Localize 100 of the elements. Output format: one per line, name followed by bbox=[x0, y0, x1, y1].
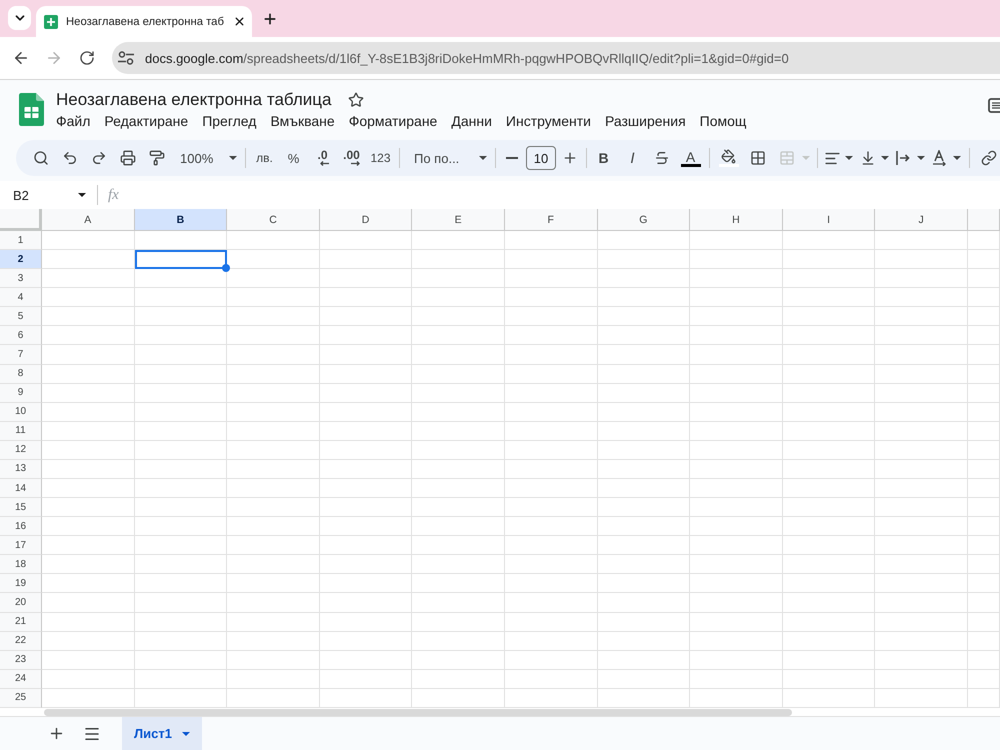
empty-cell[interactable] bbox=[504, 555, 598, 574]
empty-cell[interactable] bbox=[690, 612, 783, 632]
empty-cell[interactable] bbox=[782, 536, 876, 556]
empty-cell[interactable] bbox=[968, 536, 1000, 556]
tab-list-button[interactable] bbox=[8, 6, 31, 30]
empty-cell[interactable] bbox=[504, 612, 598, 632]
empty-cell[interactable] bbox=[134, 460, 228, 480]
empty-cell[interactable] bbox=[968, 250, 1000, 270]
empty-cell[interactable] bbox=[320, 288, 412, 308]
empty-cell[interactable] bbox=[412, 250, 505, 270]
empty-cell[interactable] bbox=[504, 250, 598, 270]
empty-cell[interactable] bbox=[598, 670, 690, 689]
italic-button[interactable]: I bbox=[618, 144, 647, 172]
empty-cell[interactable] bbox=[134, 326, 228, 346]
empty-cell[interactable] bbox=[782, 479, 876, 498]
menu-item[interactable]: Редактиране bbox=[104, 112, 188, 130]
empty-cell[interactable] bbox=[968, 307, 1000, 326]
empty-cell[interactable] bbox=[598, 422, 690, 441]
column-header[interactable]: F bbox=[504, 209, 598, 231]
empty-cell[interactable] bbox=[227, 460, 320, 480]
empty-cell[interactable] bbox=[875, 307, 968, 326]
empty-cell[interactable] bbox=[412, 460, 505, 480]
row-header[interactable]: 17 bbox=[0, 536, 42, 556]
empty-cell[interactable] bbox=[968, 632, 1000, 651]
empty-cell[interactable] bbox=[227, 536, 320, 556]
empty-cell[interactable] bbox=[227, 384, 320, 403]
empty-cell[interactable] bbox=[320, 632, 412, 651]
row-header[interactable]: 20 bbox=[0, 593, 42, 613]
empty-cell[interactable] bbox=[412, 632, 505, 651]
empty-cell[interactable] bbox=[598, 460, 690, 480]
bold-button[interactable]: B bbox=[589, 144, 618, 172]
empty-cell[interactable] bbox=[227, 345, 320, 365]
empty-cell[interactable] bbox=[875, 364, 968, 384]
empty-cell[interactable] bbox=[598, 364, 690, 384]
empty-cell[interactable] bbox=[875, 593, 968, 613]
empty-cell[interactable] bbox=[134, 650, 228, 670]
empty-cell[interactable] bbox=[598, 517, 690, 536]
empty-cell[interactable] bbox=[227, 593, 320, 613]
empty-cell[interactable] bbox=[598, 402, 690, 422]
empty-cell[interactable] bbox=[782, 593, 876, 613]
row-header[interactable]: 7 bbox=[0, 345, 42, 365]
empty-cell[interactable] bbox=[227, 555, 320, 574]
empty-cell[interactable] bbox=[320, 574, 412, 594]
empty-cell[interactable] bbox=[598, 536, 690, 556]
empty-cell[interactable] bbox=[320, 440, 412, 460]
fill-handle-icon[interactable] bbox=[222, 264, 230, 272]
empty-cell[interactable] bbox=[412, 536, 505, 556]
empty-cell[interactable] bbox=[412, 231, 505, 250]
row-header[interactable]: 22 bbox=[0, 632, 42, 651]
empty-cell[interactable] bbox=[134, 612, 228, 632]
empty-cell[interactable] bbox=[782, 422, 876, 441]
empty-cell[interactable] bbox=[968, 670, 1000, 689]
empty-cell[interactable] bbox=[782, 555, 876, 574]
empty-cell[interactable] bbox=[504, 670, 598, 689]
empty-cell[interactable] bbox=[504, 231, 598, 250]
empty-cell[interactable] bbox=[227, 250, 320, 270]
row-header[interactable]: 25 bbox=[0, 688, 42, 708]
empty-cell[interactable] bbox=[320, 326, 412, 346]
empty-cell[interactable] bbox=[412, 498, 505, 518]
empty-cell[interactable] bbox=[504, 650, 598, 670]
empty-cell[interactable] bbox=[968, 593, 1000, 613]
empty-cell[interactable] bbox=[598, 612, 690, 632]
selected-cell[interactable] bbox=[134, 250, 228, 270]
empty-cell[interactable] bbox=[690, 440, 783, 460]
percent-button[interactable]: % bbox=[279, 144, 308, 172]
empty-cell[interactable] bbox=[412, 574, 505, 594]
empty-cell[interactable] bbox=[875, 231, 968, 250]
menu-item[interactable]: Преглед bbox=[202, 112, 256, 130]
row-header[interactable]: 13 bbox=[0, 460, 42, 480]
empty-cell[interactable] bbox=[320, 479, 412, 498]
row-header[interactable]: 3 bbox=[0, 269, 42, 288]
empty-cell[interactable] bbox=[412, 326, 505, 346]
row-header[interactable]: 15 bbox=[0, 498, 42, 518]
empty-cell[interactable] bbox=[690, 345, 783, 365]
empty-cell[interactable] bbox=[598, 650, 690, 670]
empty-cell[interactable] bbox=[320, 307, 412, 326]
empty-cell[interactable] bbox=[227, 650, 320, 670]
empty-cell[interactable] bbox=[782, 231, 876, 250]
empty-cell[interactable] bbox=[875, 670, 968, 689]
empty-cell[interactable] bbox=[227, 402, 320, 422]
empty-cell[interactable] bbox=[782, 269, 876, 288]
empty-cell[interactable] bbox=[227, 612, 320, 632]
empty-cell[interactable] bbox=[875, 384, 968, 403]
empty-cell[interactable] bbox=[412, 440, 505, 460]
empty-cell[interactable] bbox=[504, 326, 598, 346]
zoom-select[interactable]: 100% bbox=[171, 144, 241, 172]
empty-cell[interactable] bbox=[598, 231, 690, 250]
empty-cell[interactable] bbox=[504, 402, 598, 422]
document-title[interactable]: Неозаглавена електронна таблица bbox=[56, 90, 332, 110]
empty-cell[interactable] bbox=[320, 536, 412, 556]
empty-cell[interactable] bbox=[968, 288, 1000, 308]
column-header[interactable]: G bbox=[598, 209, 690, 231]
empty-cell[interactable] bbox=[690, 422, 783, 441]
column-header[interactable] bbox=[968, 209, 1000, 231]
column-header[interactable]: E bbox=[412, 209, 505, 231]
empty-cell[interactable] bbox=[412, 422, 505, 441]
empty-cell[interactable] bbox=[134, 307, 228, 326]
empty-cell[interactable] bbox=[320, 384, 412, 403]
increase-decimal-button[interactable]: .00 bbox=[337, 144, 366, 172]
empty-cell[interactable] bbox=[598, 498, 690, 518]
